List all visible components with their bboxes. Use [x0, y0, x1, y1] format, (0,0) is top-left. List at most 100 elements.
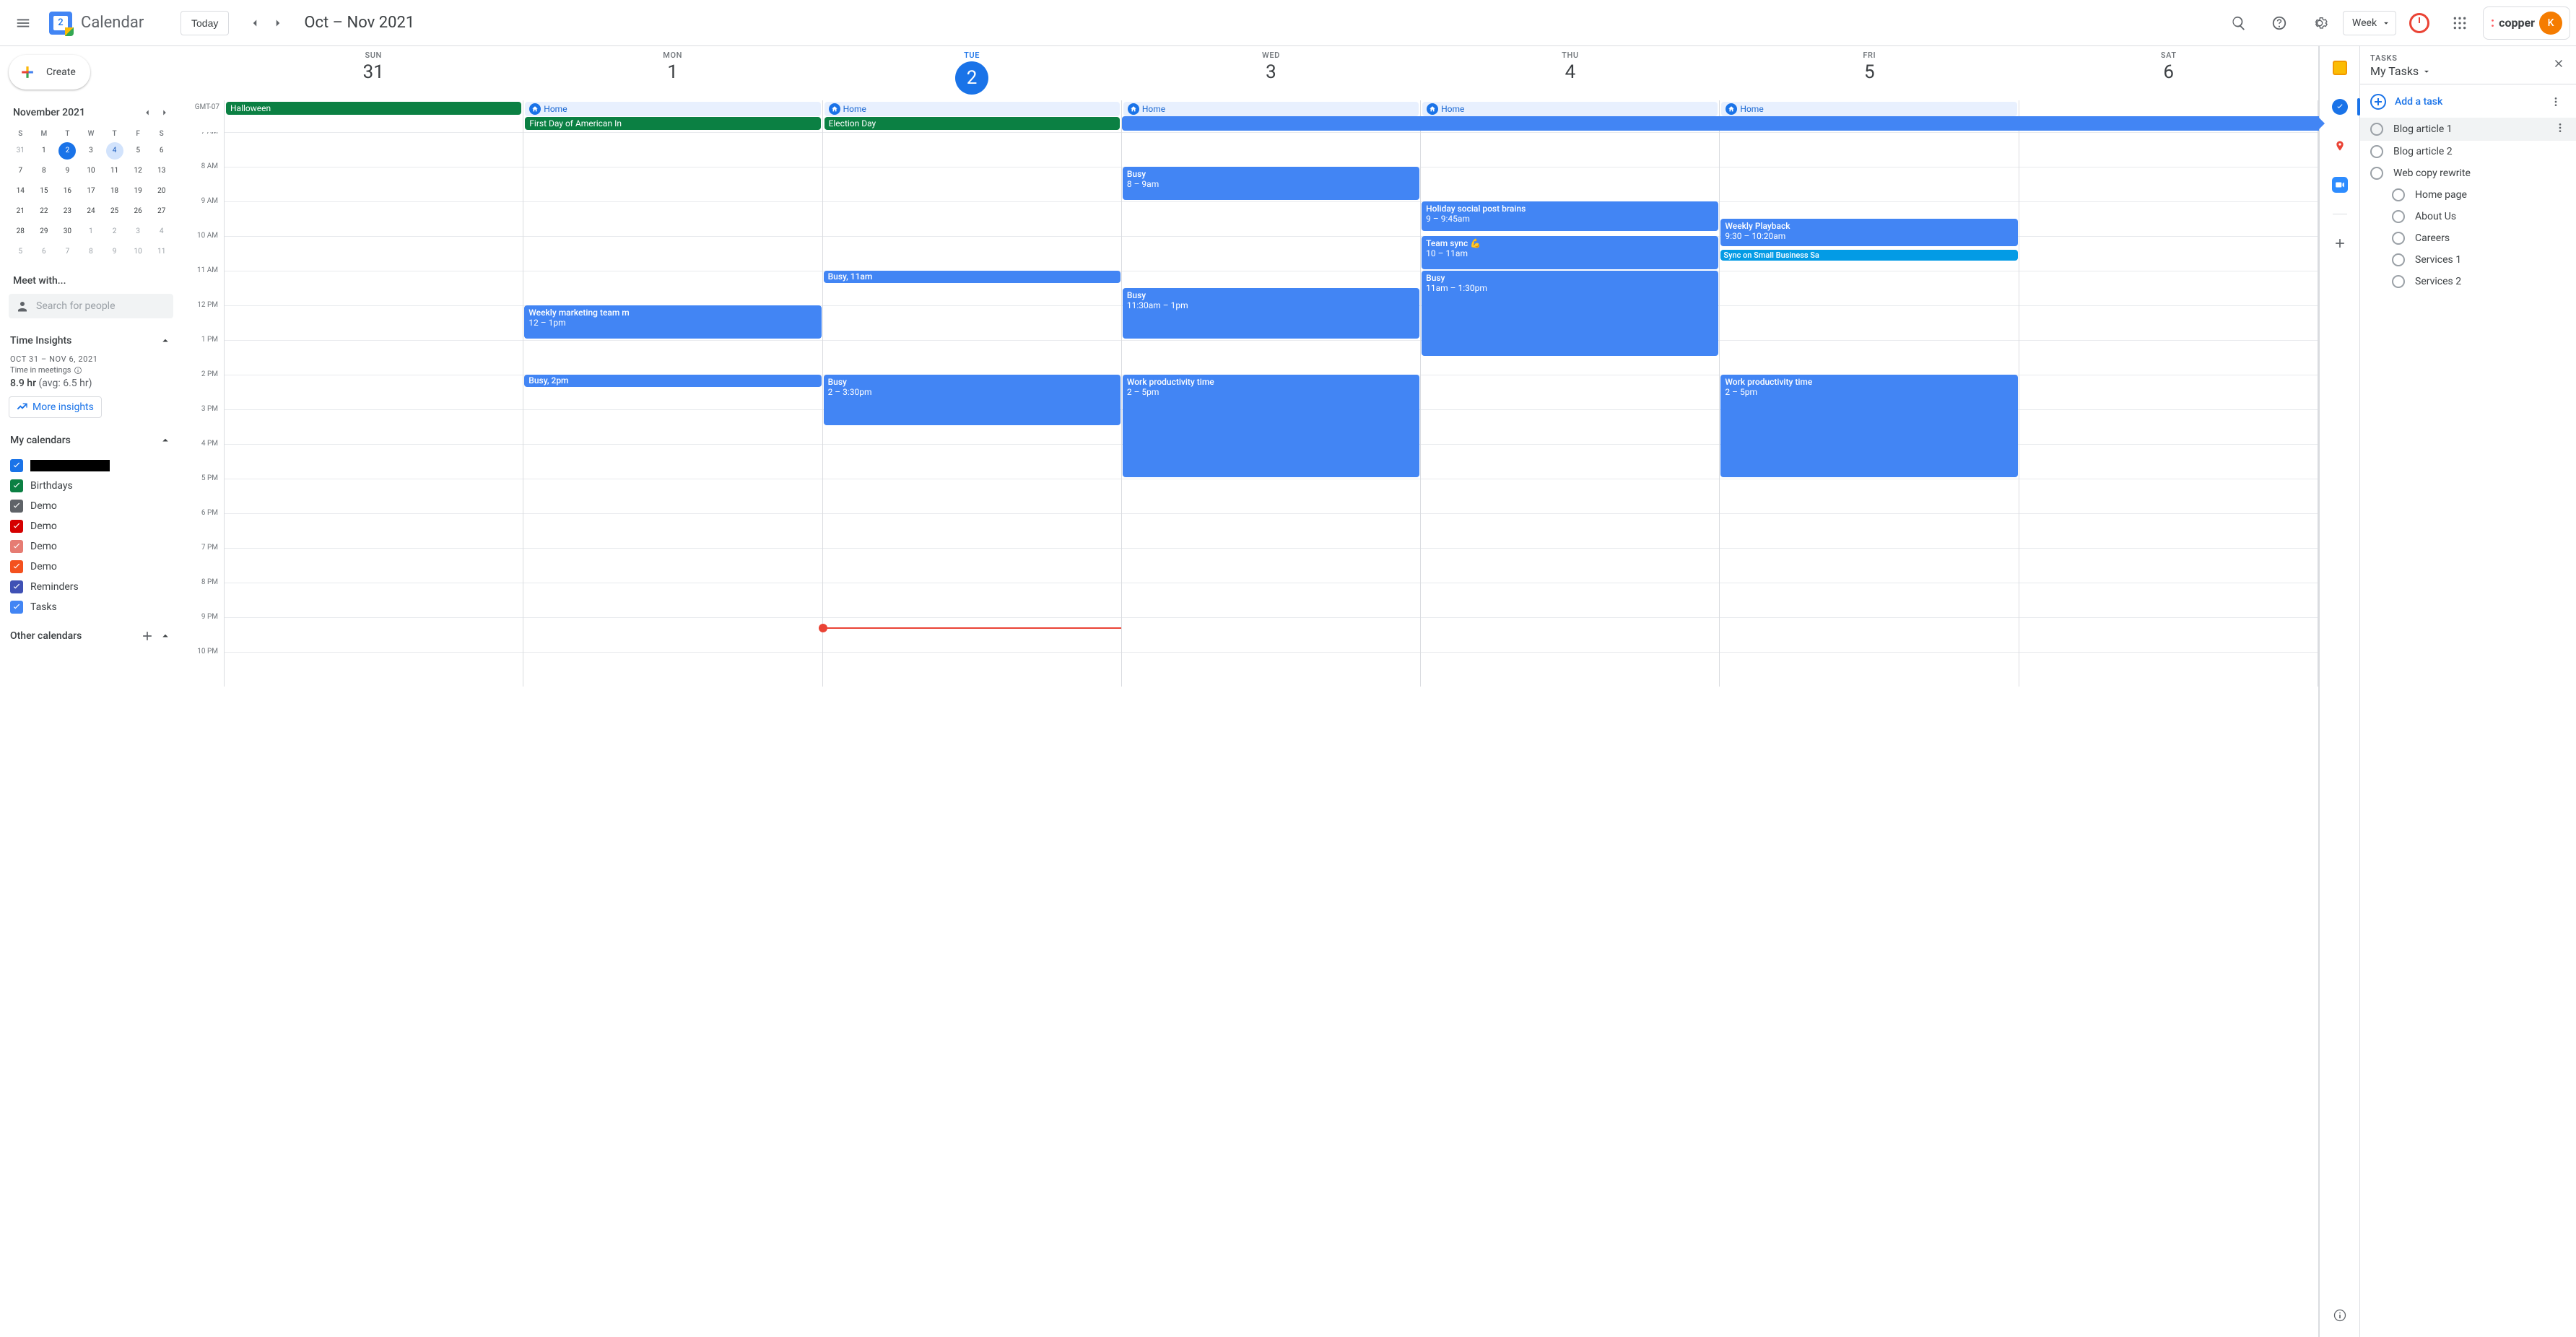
mini-day[interactable]: 3	[82, 142, 100, 160]
calendar-event[interactable]: Busy2 – 3:30pm	[824, 375, 1121, 425]
keep-addon-icon[interactable]	[2325, 53, 2354, 82]
search-icon[interactable]	[2222, 6, 2256, 40]
search-people-input[interactable]: Search for people	[9, 294, 173, 318]
task-complete-toggle[interactable]	[2370, 123, 2383, 136]
mini-day[interactable]: 2	[106, 223, 123, 240]
calendar-event[interactable]: Team sync 💪10 – 11am	[1422, 236, 1718, 269]
help-icon[interactable]	[2262, 6, 2297, 40]
mini-day[interactable]: 6	[35, 243, 53, 261]
mini-day[interactable]: 3	[129, 223, 147, 240]
mini-day[interactable]: 16	[58, 183, 76, 200]
mini-day[interactable]: 4	[106, 142, 123, 160]
calendar-checkbox[interactable]	[10, 479, 23, 492]
task-more-button[interactable]	[2554, 122, 2566, 136]
day-column[interactable]: Weekly Playback9:30 – 10:20amSync on Sma…	[1719, 132, 2018, 687]
mini-day[interactable]: 13	[153, 162, 170, 180]
allday-chip[interactable]: First Day of American In	[525, 117, 820, 130]
other-calendars-toggle[interactable]: Other calendars	[9, 624, 173, 648]
mini-day[interactable]: 7	[12, 162, 29, 180]
allday-cell[interactable]: Halloween	[224, 100, 523, 132]
allday-cell[interactable]: Home	[1719, 100, 2018, 132]
day-column[interactable]: Weekly marketing team m12 – 1pmBusy, 2pm	[523, 132, 822, 687]
calendar-item[interactable]: Tasks	[9, 597, 173, 617]
mini-day[interactable]: 23	[58, 203, 76, 220]
allday-chip[interactable]: Home	[1422, 102, 1718, 116]
maps-addon-icon[interactable]	[2325, 131, 2354, 160]
calendar-event[interactable]: Busy11:30am – 1pm	[1123, 288, 1419, 339]
mini-day[interactable]: 5	[12, 243, 29, 261]
day-header[interactable]: MON1	[523, 46, 822, 100]
mini-day[interactable]: 18	[106, 183, 123, 200]
task-complete-toggle[interactable]	[2392, 275, 2405, 288]
mini-day[interactable]: 8	[35, 162, 53, 180]
calendar-item[interactable]	[9, 456, 173, 476]
more-insights-button[interactable]: More insights	[9, 396, 102, 418]
day-header[interactable]: WED3	[1121, 46, 1420, 100]
app-logo[interactable]: 2 Calendar	[46, 9, 169, 38]
day-column[interactable]: Busy, 11am Busy2 – 3:30pm	[822, 132, 1121, 687]
task-item[interactable]: Services 1	[2360, 249, 2576, 271]
tasks-addon-icon[interactable]	[2325, 92, 2354, 121]
settings-icon[interactable]	[2302, 6, 2337, 40]
multiday-event[interactable]	[1720, 116, 2019, 131]
calendar-checkbox[interactable]	[10, 540, 23, 553]
mini-day[interactable]: 9	[58, 162, 76, 180]
calendar-item[interactable]: Demo	[9, 516, 173, 536]
mini-day[interactable]: 8	[82, 243, 100, 261]
calendar-item[interactable]: Demo	[9, 496, 173, 516]
allday-cell[interactable]: Home	[1420, 100, 1719, 132]
task-complete-toggle[interactable]	[2370, 145, 2383, 158]
mini-day[interactable]: 6	[153, 142, 170, 160]
mini-day[interactable]: 20	[153, 183, 170, 200]
day-header[interactable]: TUE2	[822, 46, 1121, 100]
task-item[interactable]: Home page	[2360, 184, 2576, 206]
task-complete-toggle[interactable]	[2392, 232, 2405, 245]
mini-day[interactable]: 15	[35, 183, 53, 200]
task-item[interactable]: Careers	[2360, 227, 2576, 249]
allday-chip[interactable]: Home	[1123, 102, 1419, 116]
tasks-menu-button[interactable]	[2546, 92, 2566, 112]
calendar-event[interactable]: Busy11am – 1:30pm	[1422, 271, 1718, 356]
task-item[interactable]: Web copy rewrite	[2360, 162, 2576, 184]
day-column[interactable]	[224, 132, 523, 687]
add-calendar-icon[interactable]	[140, 629, 155, 643]
task-complete-toggle[interactable]	[2392, 188, 2405, 201]
tasks-list-selector[interactable]: My Tasks	[2370, 64, 2566, 78]
mini-day[interactable]: 27	[153, 203, 170, 220]
calendar-event[interactable]: Weekly Playback9:30 – 10:20am	[1720, 219, 2017, 246]
mini-day[interactable]: 26	[129, 203, 147, 220]
create-button[interactable]: Create	[9, 55, 90, 90]
calendar-item[interactable]: Reminders	[9, 577, 173, 597]
mini-day[interactable]: 7	[58, 243, 76, 261]
mini-day[interactable]: 12	[129, 162, 147, 180]
day-column[interactable]: Holiday social post brains9 – 9:45amTeam…	[1420, 132, 1719, 687]
mini-day[interactable]: 24	[82, 203, 100, 220]
day-column[interactable]	[2019, 132, 2318, 687]
task-complete-toggle[interactable]	[2392, 210, 2405, 223]
calendar-item[interactable]: Demo	[9, 557, 173, 577]
allday-chip[interactable]: Home	[525, 102, 820, 116]
mini-day[interactable]: 29	[35, 223, 53, 240]
mini-day[interactable]: 28	[12, 223, 29, 240]
calendar-event[interactable]: Work productivity time2 – 5pm	[1720, 375, 2017, 477]
mini-cal-prev[interactable]	[139, 104, 156, 121]
calendar-item[interactable]: Demo	[9, 536, 173, 557]
time-insights-toggle[interactable]: Time Insights	[9, 330, 173, 352]
mini-day[interactable]: 30	[58, 223, 76, 240]
allday-chip[interactable]: Home	[1721, 102, 2016, 116]
task-complete-toggle[interactable]	[2370, 167, 2383, 180]
mini-day[interactable]: 22	[35, 203, 53, 220]
day-header[interactable]: FRI5	[1720, 46, 2019, 100]
multiday-event[interactable]	[1421, 116, 1720, 131]
day-header[interactable]: THU4	[1421, 46, 1720, 100]
google-apps-icon[interactable]	[2442, 6, 2477, 40]
clockwise-extension-icon[interactable]	[2402, 6, 2437, 40]
mini-day[interactable]: 1	[35, 142, 53, 160]
allday-cell[interactable]: HomeFirst Day of American In	[523, 100, 822, 132]
mini-day[interactable]: 17	[82, 183, 100, 200]
view-selector[interactable]: Week	[2343, 11, 2396, 35]
calendar-event[interactable]: Busy, 2pm	[524, 375, 821, 387]
calendar-event[interactable]: Busy, 11am	[824, 271, 1121, 283]
mini-day[interactable]: 5	[129, 142, 147, 160]
task-complete-toggle[interactable]	[2392, 253, 2405, 266]
